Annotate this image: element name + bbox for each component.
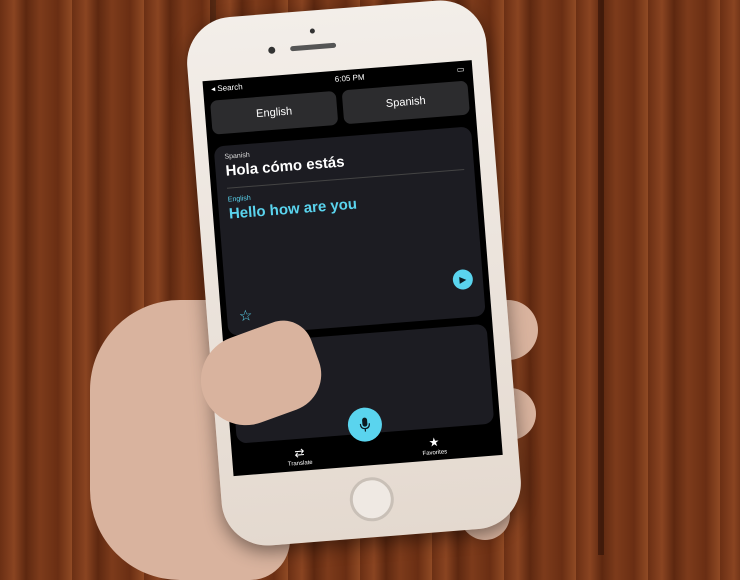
iphone: ◂ Search 6:05 PM ▭ English Spanish Spani… [184,0,525,549]
star-icon: ★ [428,434,440,449]
earpiece-speaker [290,43,336,52]
clock: 6:05 PM [334,72,364,83]
front-camera [268,47,276,55]
back-to-search-link[interactable]: ◂ Search [211,82,243,93]
home-button[interactable] [348,476,395,523]
tab-translate[interactable]: ⇄ Translate [287,444,313,467]
translate-icon: ⇄ [294,445,305,460]
wood-grain [598,0,604,555]
proximity-sensor [310,28,315,33]
microphone-icon [358,416,371,433]
favorite-star-icon[interactable]: ☆ [238,306,253,325]
source-language-button[interactable]: English [210,91,338,135]
tab-translate-label: Translate [288,459,313,467]
tab-favorites[interactable]: ★ Favorites [421,434,447,457]
tab-favorites-label: Favorites [422,449,447,457]
translation-card: Spanish Hola cómo estás English Hello ho… [214,126,486,336]
target-language-button[interactable]: Spanish [342,81,470,125]
play-icon[interactable]: ▶ [452,269,474,291]
battery-icon: ▭ [456,64,464,74]
